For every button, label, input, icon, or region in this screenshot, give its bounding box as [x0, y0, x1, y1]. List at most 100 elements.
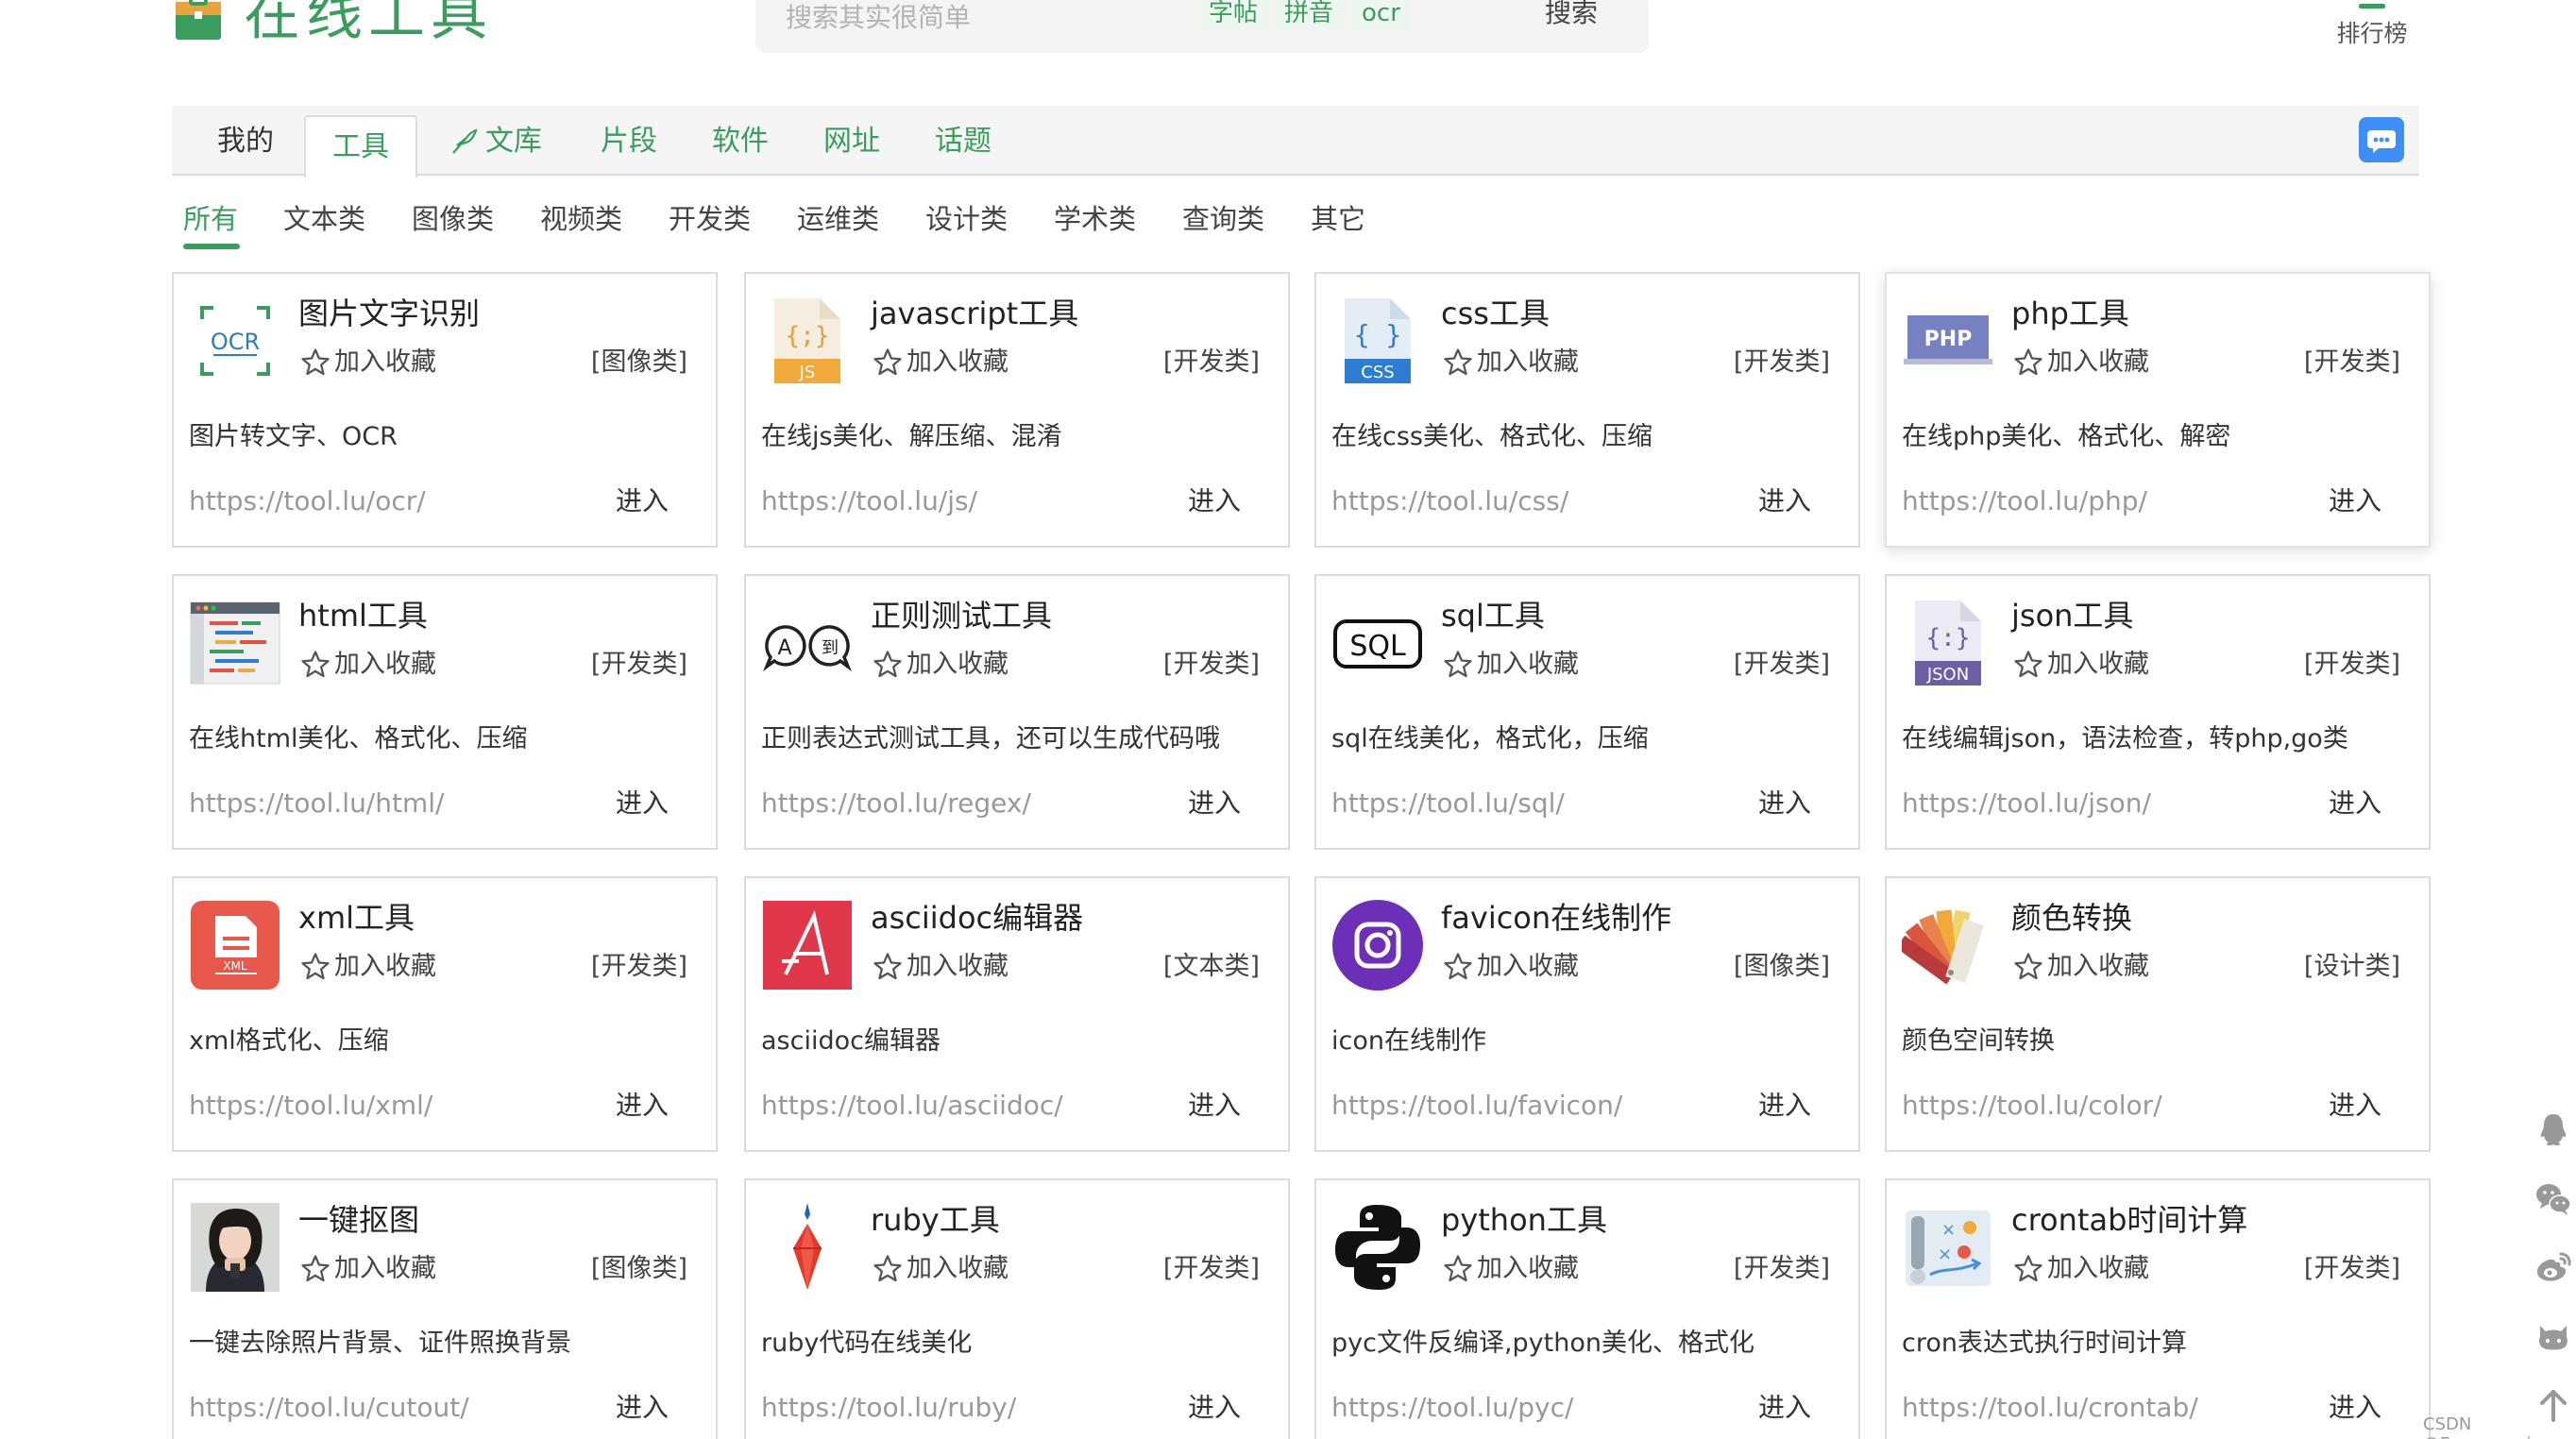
nav-snippets[interactable]: 片段	[601, 123, 657, 161]
site-logo[interactable]: 在线工具	[174, 0, 493, 43]
favorite-button[interactable]: 加入收藏	[298, 648, 436, 682]
tool-url[interactable]: https://tool.lu/js/	[761, 483, 977, 519]
tool-url[interactable]: https://tool.lu/sql/	[1331, 786, 1565, 821]
tool-card-css[interactable]: { } CSS css工具 加入收藏 [开发类] 在线css美化、格式化、压缩 …	[1314, 272, 1860, 548]
favorite-button[interactable]: 加入收藏	[1441, 1252, 1579, 1286]
tool-url[interactable]: https://tool.lu/html/	[189, 786, 444, 821]
favorite-button[interactable]: 加入收藏	[2011, 346, 2149, 380]
tool-title[interactable]: 正则测试工具	[871, 595, 1052, 636]
tool-card-asciidoc[interactable]: asciidoc编辑器 加入收藏 [文本类] asciidoc编辑器 https…	[744, 876, 1290, 1152]
tool-card-json[interactable]: {:} JSON json工具 加入收藏 [开发类] 在线编辑json，语法检查…	[1885, 574, 2431, 850]
tool-card-color[interactable]: 颜色转换 加入收藏 [设计类] 颜色空间转换 https://tool.lu/c…	[1885, 876, 2431, 1152]
favorite-button[interactable]: 加入收藏	[298, 346, 436, 380]
favorite-button[interactable]: 加入收藏	[871, 648, 1008, 682]
enter-link[interactable]: 进入	[2329, 1088, 2381, 1124]
tool-title[interactable]: xml工具	[298, 897, 415, 939]
nav-software[interactable]: 软件	[712, 123, 769, 161]
search-button[interactable]: 搜索	[1545, 0, 1598, 30]
enter-link[interactable]: 进入	[2329, 786, 2381, 821]
github-icon[interactable]	[2534, 1318, 2572, 1356]
wechat-icon[interactable]	[2534, 1180, 2572, 1218]
favorite-button[interactable]: 加入收藏	[1441, 950, 1579, 984]
tool-card-ocr[interactable]: OCR 图片文字识别 加入收藏 [图像类] 图片转文字、OCR https://…	[172, 272, 718, 548]
favorite-button[interactable]: 加入收藏	[1441, 346, 1579, 380]
favorite-button[interactable]: 加入收藏	[2011, 950, 2149, 984]
enter-link[interactable]: 进入	[1188, 483, 1241, 519]
tool-title[interactable]: json工具	[2011, 595, 2133, 636]
tool-title[interactable]: favicon在线制作	[1441, 897, 1671, 939]
tool-card-ruby[interactable]: ruby工具 加入收藏 [开发类] ruby代码在线美化 https://too…	[744, 1178, 1290, 1439]
enter-link[interactable]: 进入	[616, 1088, 669, 1124]
enter-link[interactable]: 进入	[1758, 483, 1811, 519]
tool-title[interactable]: crontab时间计算	[2011, 1199, 2247, 1241]
tool-card-sql[interactable]: SQL sql工具 加入收藏 [开发类] sql在线美化，格式化，压缩 http…	[1314, 574, 1860, 850]
filter-query[interactable]: 查询类	[1182, 200, 1264, 238]
chat-icon[interactable]	[2359, 117, 2404, 162]
nav-library[interactable]: 文库	[448, 123, 542, 161]
tool-url[interactable]: https://tool.lu/css/	[1331, 483, 1568, 519]
tool-card-favicon[interactable]: favicon在线制作 加入收藏 [图像类] icon在线制作 https://…	[1314, 876, 1860, 1152]
qq-icon[interactable]	[2534, 1110, 2572, 1148]
favorite-button[interactable]: 加入收藏	[298, 1252, 436, 1286]
favorite-button[interactable]: 加入收藏	[2011, 648, 2149, 682]
enter-link[interactable]: 进入	[616, 1390, 669, 1426]
tool-card-crontab[interactable]: × × crontab时间计算 加入收藏 [开发类] cron表达式执行时间计算…	[1885, 1178, 2431, 1439]
tool-url[interactable]: https://tool.lu/color/	[1902, 1088, 2162, 1124]
favorite-button[interactable]: 加入收藏	[871, 950, 1008, 984]
favorite-button[interactable]: 加入收藏	[298, 950, 436, 984]
search-input[interactable]	[786, 0, 1229, 40]
tool-title[interactable]: sql工具	[1441, 595, 1545, 636]
tool-card-xml[interactable]: XML xml工具 加入收藏 [开发类] xml格式化、压缩 https://t…	[172, 876, 718, 1152]
nav-topics[interactable]: 话题	[935, 123, 991, 161]
enter-link[interactable]: 进入	[616, 786, 669, 821]
tool-card-js[interactable]: {;} JS javascript工具 加入收藏 [开发类] 在线js美化、解压…	[744, 272, 1290, 548]
filter-ops[interactable]: 运维类	[797, 200, 879, 238]
enter-link[interactable]: 进入	[616, 483, 669, 519]
tool-url[interactable]: https://tool.lu/ruby/	[761, 1390, 1016, 1426]
enter-link[interactable]: 进入	[1188, 1390, 1241, 1426]
filter-all[interactable]: 所有	[183, 200, 238, 238]
tool-card-python[interactable]: python工具 加入收藏 [开发类] pyc文件反编译,python美化、格式…	[1314, 1178, 1860, 1439]
search-tag-zitie[interactable]: 字帖	[1199, 0, 1268, 30]
filter-image[interactable]: 图像类	[412, 200, 494, 238]
ranking-link[interactable]: 排行榜	[2325, 0, 2419, 49]
tool-url[interactable]: https://tool.lu/regex/	[761, 786, 1031, 821]
tool-url[interactable]: https://tool.lu/favicon/	[1331, 1088, 1622, 1124]
enter-link[interactable]: 进入	[2329, 1390, 2381, 1426]
favorite-button[interactable]: 加入收藏	[871, 346, 1008, 380]
tool-url[interactable]: https://tool.lu/crontab/	[1902, 1390, 2198, 1426]
filter-academic[interactable]: 学术类	[1054, 200, 1136, 238]
tool-title[interactable]: 一键抠图	[298, 1199, 419, 1241]
favorite-button[interactable]: 加入收藏	[871, 1252, 1008, 1286]
filter-other[interactable]: 其它	[1311, 200, 1365, 238]
tool-title[interactable]: php工具	[2011, 293, 2129, 334]
filter-design[interactable]: 设计类	[925, 200, 1008, 238]
enter-link[interactable]: 进入	[1758, 1088, 1811, 1124]
tool-title[interactable]: python工具	[1441, 1199, 1607, 1241]
tool-url[interactable]: https://tool.lu/ocr/	[189, 483, 426, 519]
tool-url[interactable]: https://tool.lu/cutout/	[189, 1390, 469, 1426]
tool-title[interactable]: ruby工具	[871, 1199, 1000, 1241]
tool-url[interactable]: https://tool.lu/xml/	[189, 1088, 432, 1124]
tool-title[interactable]: javascript工具	[871, 293, 1078, 334]
enter-link[interactable]: 进入	[1758, 786, 1811, 821]
enter-link[interactable]: 进入	[1758, 1390, 1811, 1426]
tool-url[interactable]: https://tool.lu/asciidoc/	[761, 1088, 1063, 1124]
nav-mine[interactable]: 我的	[217, 123, 274, 161]
tool-title[interactable]: css工具	[1441, 293, 1550, 334]
tool-url[interactable]: https://tool.lu/pyc/	[1331, 1390, 1573, 1426]
tool-title[interactable]: asciidoc编辑器	[871, 897, 1083, 939]
tool-url[interactable]: https://tool.lu/php/	[1902, 483, 2147, 519]
enter-link[interactable]: 进入	[1188, 786, 1241, 821]
tool-card-html[interactable]: html工具 加入收藏 [开发类] 在线html美化、格式化、压缩 https:…	[172, 574, 718, 850]
filter-video[interactable]: 视频类	[540, 200, 622, 238]
filter-text[interactable]: 文本类	[283, 200, 365, 238]
tool-card-php[interactable]: PHP php工具 加入收藏 [开发类] 在线php美化、格式化、解密 http…	[1885, 272, 2431, 548]
search-tag-ocr[interactable]: ocr	[1352, 0, 1410, 30]
weibo-icon[interactable]	[2534, 1248, 2572, 1286]
tool-card-regex[interactable]: A 到 正则测试工具 加入收藏 [开发类] 正则表达式测试工具，还可以生成代码哦…	[744, 574, 1290, 850]
tool-title[interactable]: 图片文字识别	[298, 293, 480, 334]
nav-tools[interactable]: 工具	[304, 115, 417, 178]
favorite-button[interactable]: 加入收藏	[1441, 648, 1579, 682]
search-tag-pinyin[interactable]: 拼音	[1275, 0, 1344, 30]
